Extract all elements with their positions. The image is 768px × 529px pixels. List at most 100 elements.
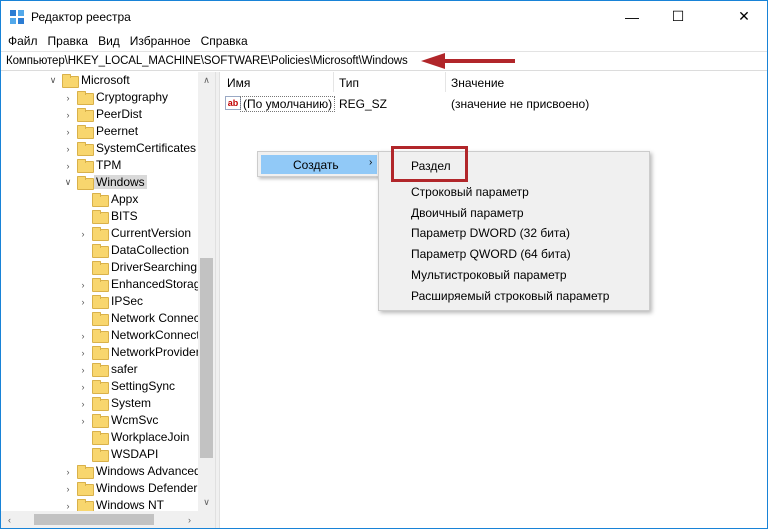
chevron-right-icon[interactable]: › — [63, 89, 73, 106]
chevron-right-icon[interactable]: › — [78, 225, 88, 242]
tree-item[interactable]: › WcmSvc — [1, 412, 198, 429]
chevron-right-icon[interactable]: › — [78, 327, 88, 344]
value-row[interactable]: ab (По умолчанию) REG_SZ (значение не пр… — [220, 95, 760, 112]
folder-icon — [77, 125, 94, 139]
chevron-right-icon[interactable]: › — [78, 344, 88, 361]
menu-help[interactable]: Справка — [198, 32, 255, 51]
expand-chevron-icon[interactable]: ∨ — [63, 174, 73, 191]
tree-item-label: TPM — [96, 158, 122, 172]
tree-item-windows[interactable]: ∨ Windows — [1, 174, 198, 191]
minimize-button[interactable]: — — [609, 1, 655, 32]
tree-item[interactable]: › Peernet — [1, 123, 198, 140]
tree-item-label: DriverSearching — [111, 260, 198, 274]
folder-icon — [92, 261, 109, 275]
annotation-arrow-icon — [421, 53, 515, 69]
close-button[interactable]: ✕ — [721, 1, 767, 32]
chevron-right-icon[interactable]: › — [63, 140, 73, 157]
folder-icon — [92, 414, 109, 428]
tree-item[interactable]: WorkplaceJoin — [1, 429, 198, 446]
scroll-up-icon[interactable]: ∧ — [198, 72, 215, 89]
tree-item-label: SystemCertificates — [96, 141, 197, 155]
submenu-item-qword[interactable]: Параметр QWORD (64 бита) — [411, 247, 571, 261]
column-header-value[interactable]: Значение — [446, 72, 746, 92]
menu-edit[interactable]: Правка — [45, 32, 96, 51]
tree-item[interactable]: › SystemCertificates — [1, 140, 198, 157]
tree-item[interactable]: Appx — [1, 191, 198, 208]
tree-vertical-scrollbar[interactable]: ∧ ∨ — [198, 72, 215, 511]
tree-item-label: Windows NT — [96, 498, 165, 512]
tree-item[interactable]: › NetworkConnecti — [1, 327, 202, 344]
chevron-right-icon[interactable]: › — [63, 463, 73, 480]
tree-item-label: PeerDist — [96, 107, 143, 121]
chevron-right-icon[interactable]: › — [63, 480, 73, 497]
tree-item-microsoft[interactable]: ∨ Microsoft — [1, 72, 198, 89]
maximize-button[interactable]: ☐ — [655, 1, 701, 32]
chevron-right-icon[interactable]: › — [63, 123, 73, 140]
tree-item-label: BITS — [111, 209, 138, 223]
chevron-right-icon[interactable]: › — [63, 106, 73, 123]
column-header-type[interactable]: Тип — [334, 72, 446, 92]
menu-favorites[interactable]: Избранное — [127, 32, 198, 51]
tree-item-label-selected: Windows — [94, 175, 147, 189]
folder-icon — [92, 295, 109, 309]
tree-item[interactable]: › Cryptography — [1, 89, 198, 106]
scroll-down-icon[interactable]: ∨ — [198, 494, 215, 511]
tree-item[interactable]: › SettingSync — [1, 378, 198, 395]
folder-icon — [77, 482, 94, 496]
chevron-right-icon[interactable]: › — [78, 293, 88, 310]
tree-item[interactable]: WSDAPI — [1, 446, 198, 463]
folder-icon — [92, 448, 109, 462]
submenu-item-string[interactable]: Строковый параметр — [411, 185, 529, 199]
submenu-item-binary[interactable]: Двоичный параметр — [411, 206, 524, 220]
tree-item-label: WSDAPI — [111, 447, 159, 461]
submenu-item-multistring[interactable]: Мультистроковый параметр — [411, 268, 567, 282]
tree-item[interactable]: DataCollection — [1, 242, 198, 259]
folder-icon — [77, 499, 94, 513]
submenu-item-dword[interactable]: Параметр DWORD (32 бита) — [411, 226, 570, 240]
tree-item[interactable]: BITS — [1, 208, 198, 225]
tree-item[interactable]: › System — [1, 395, 198, 412]
tree-item[interactable]: › EnhancedStorage — [1, 276, 207, 293]
tree-item[interactable]: Network Connect — [1, 310, 203, 327]
address-bar[interactable]: Компьютер\HKEY_LOCAL_MACHINE\SOFTWARE\Po… — [1, 51, 767, 71]
tree-item[interactable]: › NetworkProvider — [1, 344, 200, 361]
submenu-item-expandable-string[interactable]: Расширяемый строковый параметр — [411, 289, 609, 303]
chevron-right-icon[interactable]: › — [78, 361, 88, 378]
context-menu-new-label: Создать — [293, 158, 339, 172]
tree-item[interactable]: › safer — [1, 361, 198, 378]
column-header-name[interactable]: Имя — [220, 72, 334, 92]
tree-horizontal-scrollbar[interactable]: ‹ › — [1, 511, 215, 528]
folder-icon — [77, 159, 94, 173]
folder-icon — [77, 465, 94, 479]
tree-item[interactable]: › Windows Advanced — [1, 463, 201, 480]
scroll-right-icon[interactable]: › — [181, 511, 198, 528]
annotation-highlight-box — [391, 146, 468, 182]
address-path[interactable]: Компьютер\HKEY_LOCAL_MACHINE\SOFTWARE\Po… — [6, 55, 408, 67]
tree-item[interactable]: › PeerDist — [1, 106, 198, 123]
expand-chevron-icon[interactable]: ∨ — [48, 72, 58, 89]
registry-tree[interactable]: ∨ Microsoft › Cryptography › PeerDist › … — [1, 72, 215, 528]
folder-icon — [92, 312, 109, 326]
chevron-right-icon[interactable]: › — [63, 157, 73, 174]
tree-item[interactable]: › CurrentVersion — [1, 225, 198, 242]
tree-item[interactable]: › IPSec — [1, 293, 198, 310]
tree-item-label: WcmSvc — [111, 413, 159, 427]
tree-item[interactable]: DriverSearching — [1, 259, 198, 276]
tree-item-label: IPSec — [111, 294, 144, 308]
tree-item-label: NetworkConnecti — [111, 328, 203, 342]
tree-item-label: EnhancedStorage — [111, 277, 208, 291]
folder-icon — [77, 108, 94, 122]
scroll-left-icon[interactable]: ‹ — [1, 511, 18, 528]
tree-item[interactable]: › TPM — [1, 157, 198, 174]
tree-item[interactable]: › Windows Defender — [1, 480, 198, 497]
chevron-right-icon[interactable]: › — [78, 395, 88, 412]
scroll-thumb[interactable] — [200, 258, 213, 458]
title-bar[interactable]: Редактор реестра — ☐ ✕ — [1, 1, 767, 32]
menu-view[interactable]: Вид — [95, 32, 127, 51]
menu-file[interactable]: Файл — [5, 32, 45, 51]
chevron-right-icon[interactable]: › — [78, 276, 88, 293]
chevron-right-icon[interactable]: › — [78, 412, 88, 429]
context-menu-new[interactable]: Создать › — [261, 155, 377, 174]
chevron-right-icon[interactable]: › — [78, 378, 88, 395]
scroll-thumb[interactable] — [34, 514, 154, 525]
